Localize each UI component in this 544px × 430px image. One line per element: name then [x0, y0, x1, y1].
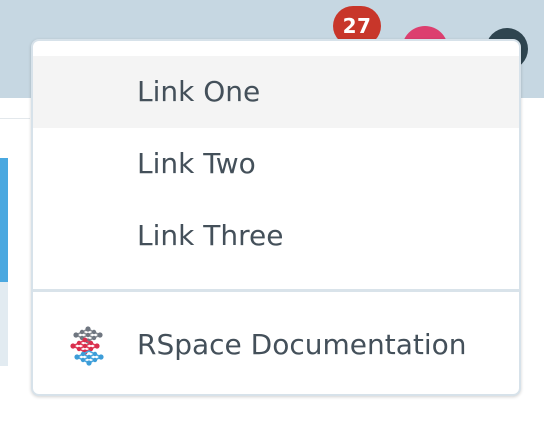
background-accent-panel	[0, 158, 8, 282]
app-root: 27 Link One Link Two Link Three RSpace D…	[0, 0, 544, 430]
menu-divider	[33, 289, 519, 292]
menu-item-link-three[interactable]: Link Three	[33, 200, 519, 272]
menu-item-link-two[interactable]: Link Two	[33, 128, 519, 200]
menu-item-link-one[interactable]: Link One	[33, 56, 519, 128]
dropdown-menu: Link One Link Two Link Three RSpace Docu…	[31, 39, 521, 396]
background-side-panel	[0, 282, 8, 366]
menu-item-rspace-documentation[interactable]: RSpace Documentation	[33, 309, 519, 381]
background-divider	[0, 118, 30, 119]
rspace-logo-icon	[70, 326, 104, 366]
documentation-label: RSpace Documentation	[137, 328, 467, 361]
